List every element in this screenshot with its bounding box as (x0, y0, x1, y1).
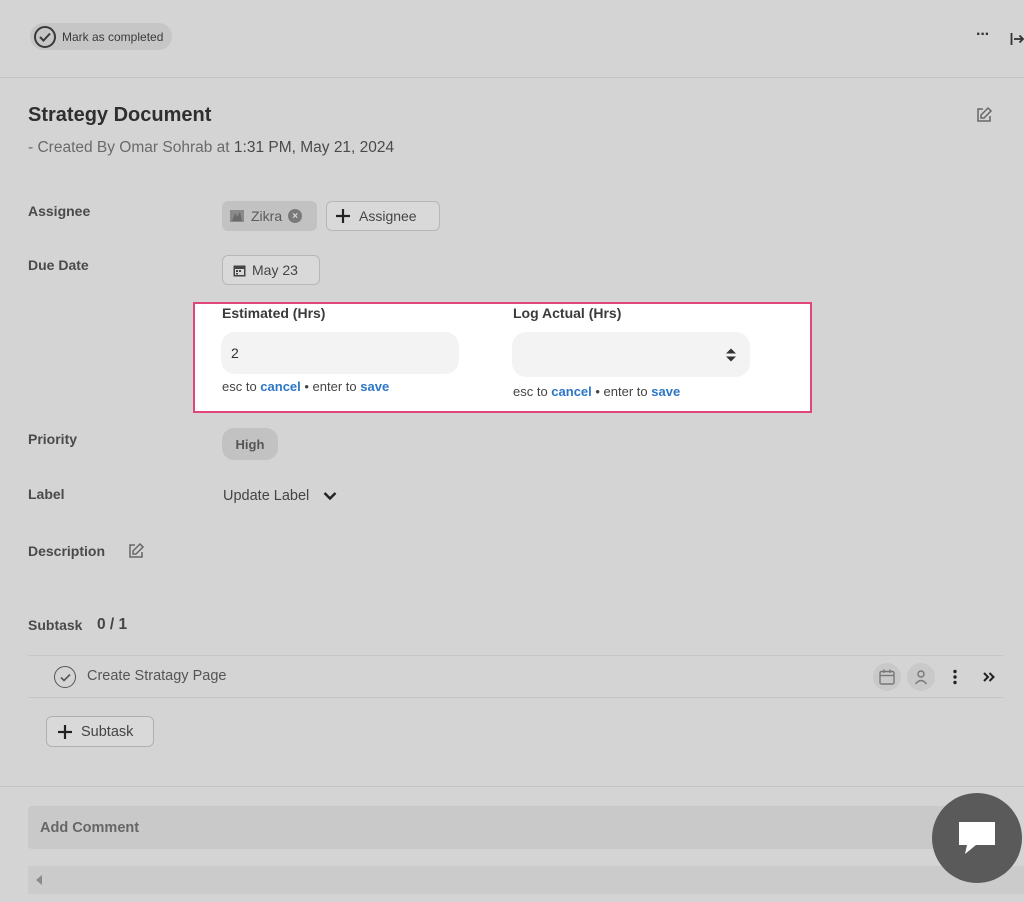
edit-description-icon[interactable] (127, 542, 145, 560)
task-toolbar: Mark as completed ··· (0, 0, 1024, 78)
log-actual-cancel-link[interactable]: cancel (551, 384, 591, 399)
chat-button[interactable] (932, 793, 1022, 883)
subtask-assignee-icon[interactable] (907, 663, 935, 691)
estimated-hint: esc to cancel • enter to save (222, 379, 389, 394)
add-subtask-button[interactable]: Subtask (46, 716, 154, 747)
hint-enter-text: • enter to (591, 384, 652, 399)
chevron-down-icon (323, 492, 337, 501)
assignee-label: Assignee (28, 203, 91, 219)
due-date-label: Due Date (28, 257, 89, 273)
add-assignee-button[interactable]: Assignee (326, 201, 440, 231)
mark-completed-button[interactable]: Mark as completed (30, 23, 173, 50)
log-actual-hours-input[interactable] (512, 332, 750, 377)
estimated-hours-input[interactable] (221, 332, 459, 374)
add-comment-input[interactable] (28, 806, 988, 849)
hint-enter-text: • enter to (300, 379, 361, 394)
chat-bubble-icon (959, 822, 995, 854)
subtask-count: 0 / 1 (97, 616, 128, 633)
update-label-text: Update Label (223, 488, 310, 504)
update-label-dropdown[interactable]: Update Label (223, 488, 337, 504)
subtask-complete-icon[interactable] (54, 666, 76, 688)
subtask-label: Subtask (28, 617, 83, 633)
subtask-actions (873, 663, 1003, 691)
created-by-text: - Created By Omar Sohrab at (28, 139, 234, 156)
estimated-cancel-link[interactable]: cancel (260, 379, 300, 394)
subtask-more-icon[interactable] (941, 663, 969, 691)
mark-completed-label: Mark as completed (62, 29, 164, 44)
divider (0, 786, 1024, 787)
collapse-panel-icon[interactable] (1010, 30, 1024, 48)
subtask-row[interactable]: Create Stratagy Page (28, 655, 1003, 698)
subtask-date-icon[interactable] (873, 663, 901, 691)
subtask-open-icon[interactable] (975, 663, 1003, 691)
description-label: Description (28, 543, 106, 559)
calendar-icon (233, 265, 246, 276)
due-date-button[interactable]: May 23 (222, 255, 320, 285)
created-timestamp: 1:31 PM, May 21, 2024 (233, 139, 395, 156)
remove-assignee-icon[interactable]: × (288, 209, 303, 223)
assignee-chip[interactable]: Zikra × (222, 201, 317, 231)
log-actual-save-link[interactable]: save (651, 384, 680, 399)
add-subtask-label: Subtask (81, 723, 134, 740)
number-stepper-icon[interactable] (725, 347, 737, 363)
priority-label: Priority (28, 431, 78, 447)
horizontal-scrollbar[interactable] (28, 866, 1024, 894)
edit-task-icon[interactable] (975, 106, 993, 124)
scroll-left-icon[interactable] (36, 875, 42, 885)
estimated-hours-label: Estimated (Hrs) (222, 305, 326, 321)
task-detail-panel: Mark as completed ··· Strategy Document … (0, 0, 1024, 902)
priority-badge[interactable]: High (222, 428, 278, 460)
due-date-value: May 23 (252, 262, 298, 278)
add-assignee-label: Assignee (359, 208, 417, 224)
subtask-name[interactable]: Create Stratagy Page (87, 668, 226, 684)
assignee-name: Zikra (251, 208, 283, 224)
hint-esc-text: esc to (222, 379, 261, 394)
plus-icon (336, 209, 350, 223)
check-circle-icon (34, 25, 56, 48)
estimated-save-link[interactable]: save (360, 379, 389, 394)
more-options-icon[interactable]: ··· (976, 26, 990, 44)
label-label: Label (28, 486, 65, 502)
hint-esc-text: esc to (513, 384, 552, 399)
plus-icon (58, 724, 72, 739)
avatar (230, 210, 244, 222)
log-actual-hours-label: Log Actual (Hrs) (513, 305, 622, 321)
task-title: Strategy Document (28, 104, 212, 126)
task-created-info: - Created By Omar Sohrab at 1:31 PM, May… (28, 139, 394, 157)
log-actual-hint: esc to cancel • enter to save (513, 384, 680, 399)
